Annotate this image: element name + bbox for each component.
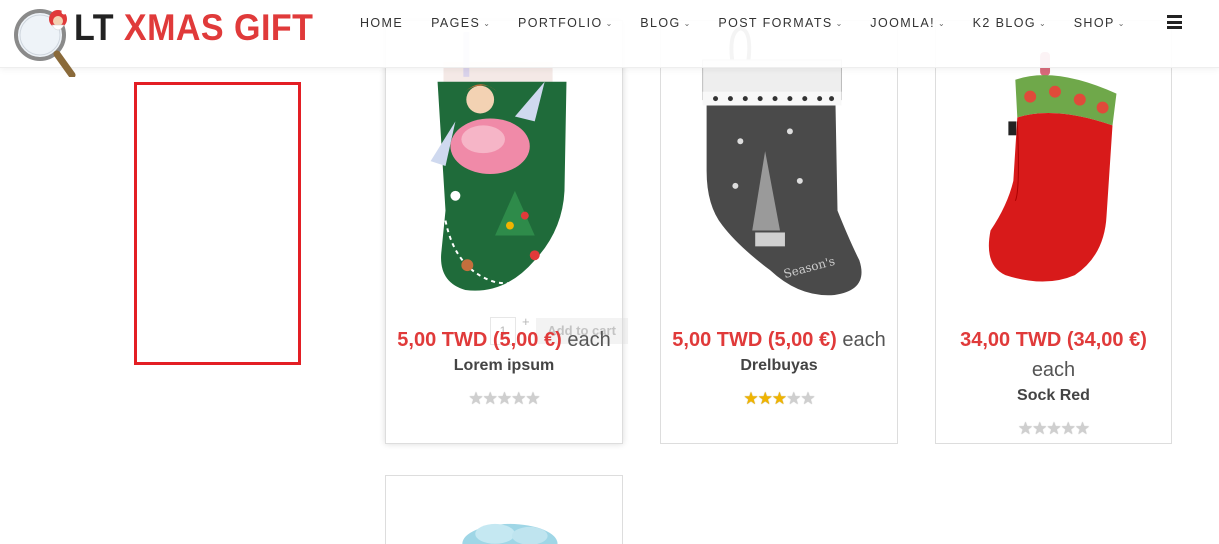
nav-item-post-formats[interactable]: POST FORMATS ⌄ — [718, 16, 842, 30]
product-price: 5,00 TWD (5,00 €) each — [386, 329, 622, 352]
product-image-blue-stocking[interactable] — [386, 476, 622, 544]
product-card[interactable]: 1 + Add to cart 5,00 TWD (5,00 €) each L… — [385, 20, 628, 444]
rating-stars: ★★★★★ — [661, 389, 897, 409]
logo-xmas-text: XMAS GIFT — [123, 7, 314, 48]
rating-stars: ★★★★★ — [386, 389, 622, 409]
star-empty-icon: ★ — [1074, 419, 1090, 438]
star-empty-icon: ★ — [1032, 419, 1047, 438]
nav-label: PORTFOLIO — [517, 16, 603, 30]
nav-item-pages[interactable]: PAGES ⌄ — [431, 16, 490, 30]
nav-label: K2 BLOG — [972, 16, 1036, 30]
price-each: each — [1031, 359, 1076, 381]
nav-label: PAGES — [431, 16, 481, 30]
star-empty-icon: ★ — [468, 389, 483, 408]
hamburger-menu-icon[interactable] — [1167, 15, 1182, 29]
star-empty-icon: ★ — [1060, 419, 1076, 438]
product-name[interactable]: Sock Red — [936, 387, 1171, 405]
product-name[interactable]: Drelbuyas — [661, 357, 897, 375]
logo-lt-text: LT — [74, 7, 114, 48]
chevron-down-icon: ⌄ — [937, 18, 945, 28]
nav-item-k2-blog[interactable]: K2 BLOG ⌄ — [973, 16, 1046, 30]
price-amount: 5,00 TWD (5,00 €) — [397, 329, 562, 351]
quantity-plus-button[interactable]: + — [522, 314, 530, 329]
site-logo[interactable]: LT XMAS GIFT — [12, 3, 313, 77]
star-empty-icon: ★ — [482, 389, 498, 408]
product-price-each-line: each — [936, 359, 1171, 382]
nav-item-home[interactable]: HOME — [360, 16, 403, 30]
chevron-down-icon: ⌄ — [1038, 18, 1046, 28]
star-empty-icon: ★ — [525, 389, 540, 408]
star-filled-icon: ★ — [771, 389, 787, 408]
star-filled-icon: ★ — [757, 389, 773, 408]
nav-label: HOME — [360, 16, 404, 30]
nav-item-shop[interactable]: SHOP ⌄ — [1074, 16, 1125, 30]
chevron-down-icon: ⌄ — [483, 18, 490, 28]
chevron-down-icon: ⌄ — [1117, 18, 1125, 28]
price-each: each — [842, 329, 886, 351]
rating-stars: ★★★★★ — [936, 419, 1171, 439]
star-empty-icon: ★ — [1017, 419, 1033, 438]
star-filled-icon: ★ — [743, 389, 758, 408]
chevron-down-icon: ⌄ — [605, 18, 613, 28]
site-header: LT XMAS GIFT HOME PAGES ⌄ PORTFOLIO ⌄ BLOG… — [0, 0, 1219, 77]
product-card[interactable] — [385, 475, 623, 544]
logo-text: LT XMAS GIFT — [74, 7, 313, 49]
product-price: 5,00 TWD (5,00 €) each — [661, 329, 897, 352]
magnifier-santa-icon — [14, 9, 76, 77]
main-nav: HOME PAGES ⌄ PORTFOLIO ⌄ BLOG ⌄ POST FORMAT… — [360, 15, 1152, 31]
nav-label: SHOP — [1073, 16, 1115, 30]
product-price: 34,00 TWD (34,00 €) — [936, 329, 1171, 352]
sidebar-banner-box — [134, 82, 301, 365]
price-amount: 34,00 TWD (34,00 €) — [960, 329, 1147, 351]
product-card[interactable]: 34,00 TWD (34,00 €) each Sock Red ★★★★★ — [935, 20, 1172, 444]
nav-label: BLOG — [640, 16, 681, 30]
nav-label: JOOMLA! — [870, 16, 935, 30]
star-empty-icon: ★ — [1046, 419, 1061, 438]
star-empty-icon: ★ — [511, 389, 526, 408]
nav-label: POST FORMATS — [718, 16, 833, 30]
star-empty-icon: ★ — [786, 389, 801, 408]
nav-item-blog[interactable]: BLOG ⌄ — [640, 16, 690, 30]
nav-item-portfolio[interactable]: PORTFOLIO ⌄ — [518, 16, 612, 30]
price-each: each — [567, 329, 611, 351]
price-amount: 5,00 TWD (5,00 €) — [672, 329, 837, 351]
star-empty-icon: ★ — [496, 389, 512, 408]
nav-item-joomla[interactable]: JOOMLA! ⌄ — [870, 16, 944, 30]
chevron-down-icon: ⌄ — [683, 18, 691, 28]
chevron-down-icon: ⌄ — [835, 18, 843, 28]
product-name[interactable]: Lorem ipsum — [386, 357, 622, 375]
star-empty-icon: ★ — [800, 389, 815, 408]
product-card[interactable]: Season's 5,00 TWD (5,00 €) each Drelbuya… — [660, 20, 898, 444]
